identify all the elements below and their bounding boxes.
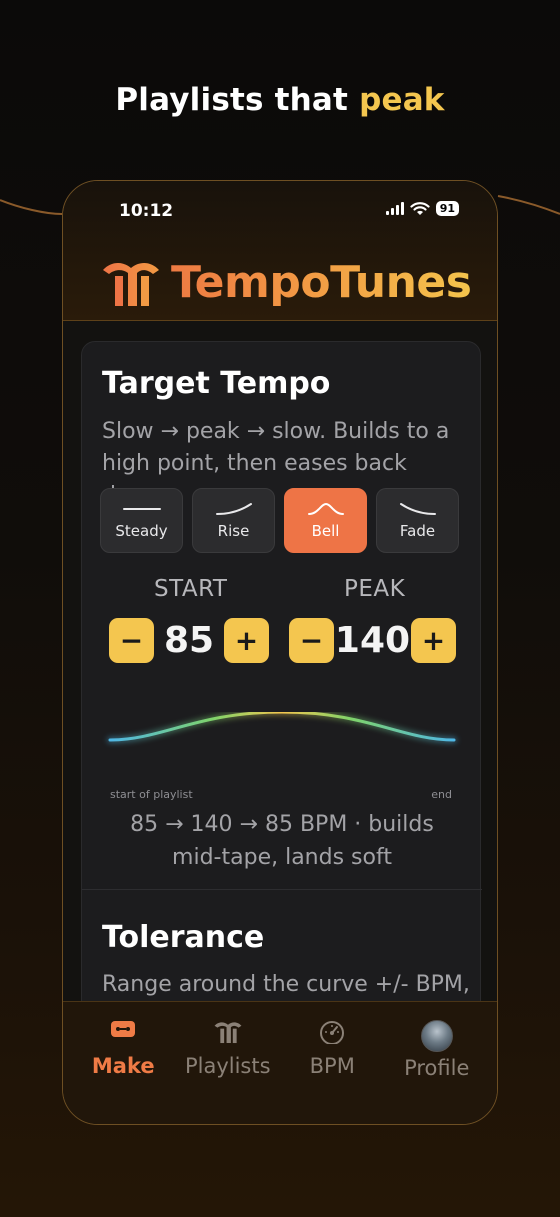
tempo-summary: 85 → 140 → 85 BPM · builds mid-tape, lan… [130,812,434,870]
tab-make[interactable]: Make [73,1002,173,1102]
tempotunes-logo-icon [214,1022,242,1044]
status-icons: 91 [385,201,459,216]
start-label: START [154,576,228,602]
shape-bell-label: Bell [311,521,340,540]
app-header: 10:12 91 TempoTunes [63,181,497,321]
tab-playlists[interactable]: Playlists [178,1002,278,1102]
fade-curve-icon [399,502,436,515]
target-tempo-card: Target Tempo Slow → peak → slow. Builds … [81,341,482,1041]
make-icon [111,1021,136,1037]
shape-steady-label: Steady [115,521,168,540]
tab-playlists-label: Playlists [184,1054,271,1078]
target-tempo-title: Target Tempo [102,366,331,401]
tab-bpm-label: BPM [309,1054,355,1078]
shape-bell-button[interactable]: Bell [284,488,367,553]
phone-frame: 10:12 91 TempoTunes Target Tempo Slow → … [62,180,498,1125]
wifi-icon [410,201,430,215]
shape-fade-label: Fade [399,521,436,540]
speedometer-icon [320,1021,345,1044]
tempotunes-logo-icon [103,262,159,306]
headline-accent: peak [359,82,445,118]
shape-rise-button[interactable]: Rise [192,488,275,553]
tolerance-description: Range around the curve +/- BPM, [102,972,470,997]
peak-decrement-button[interactable]: − [289,618,334,663]
tempo-curve-line [108,712,456,742]
tempo-steppers: − 85 + − 140 + [109,618,456,663]
headline: Playlists that peak [0,82,560,118]
tab-profile-label: Profile [404,1056,470,1080]
peak-increment-button[interactable]: + [411,618,456,663]
headline-prefix: Playlists that [115,82,349,118]
app-logo: TempoTunes [101,257,472,308]
status-time: 10:12 [119,201,174,221]
tab-profile[interactable]: Profile [387,1002,487,1102]
battery-indicator: 91 [435,201,459,216]
tolerance-title: Tolerance [102,920,265,955]
rise-curve-icon [215,502,252,515]
start-decrement-button[interactable]: − [109,618,154,663]
shape-fade-button[interactable]: Fade [376,488,459,553]
signal-icon [385,202,404,215]
shape-rise-label: Rise [217,521,250,540]
start-increment-button[interactable]: + [224,618,269,663]
tab-make-label: Make [91,1054,155,1078]
tab-bpm[interactable]: BPM [282,1002,382,1102]
avatar [420,1020,453,1052]
flat-line-icon [122,507,161,510]
shape-steady-button[interactable]: Steady [100,488,183,553]
peak-label: PEAK [344,576,406,602]
peak-value: 140 [334,620,411,661]
section-divider [82,889,482,890]
app-name: TempoTunes [171,257,472,308]
curve-axis-end-label: end [431,788,452,801]
curve-shape-selector: Steady Rise Bell Fade [100,488,459,553]
stepper-labels: START PEAK [82,576,482,606]
tab-bar: Make Playlists BPM Profile [63,1001,497,1124]
curve-axis-start-label: start of playlist [110,788,193,801]
bell-curve-icon [307,502,344,515]
start-value: 85 [163,620,215,661]
